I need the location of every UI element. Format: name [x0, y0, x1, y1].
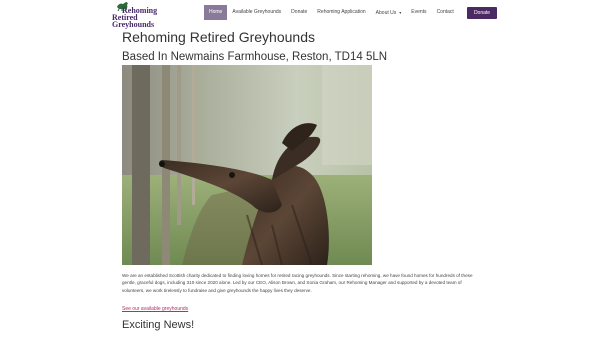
logo-line-2: Retired Greyhounds — [112, 13, 155, 29]
page-subtitle: Based In Newmains Farmhouse, Reston, TD1… — [122, 51, 388, 63]
site-logo[interactable]: Rehoming Retired Greyhounds — [112, 1, 172, 29]
greyhound-photo — [122, 65, 372, 265]
nav-available-greyhounds[interactable]: Available Greyhounds — [227, 5, 286, 20]
nav-events[interactable]: Events — [406, 5, 431, 20]
nav-contact[interactable]: Contact — [432, 5, 459, 20]
available-greyhounds-link[interactable]: See our available greyhounds — [122, 306, 188, 312]
intro-paragraph: We are an established Scottish charity d… — [122, 273, 473, 293]
chevron-down-icon: ▾ — [399, 10, 402, 15]
nav-about-us[interactable]: About Us ▾ — [371, 5, 407, 20]
page-title: Rehoming Retired Greyhounds — [122, 29, 315, 45]
nav-about-us-label: About Us — [375, 10, 397, 16]
main-nav: Home Available Greyhounds Donate Rehomin… — [204, 5, 459, 20]
nav-home[interactable]: Home — [204, 5, 228, 20]
donate-button[interactable]: Donate — [467, 7, 497, 19]
main-content: Rehoming Retired Greyhounds Based In New… — [122, 28, 478, 331]
nav-rehoming-application[interactable]: Rehoming Application — [312, 5, 370, 20]
site-header: Rehoming Retired Greyhounds Home Availab… — [0, 0, 600, 29]
nav-donate[interactable]: Donate — [286, 5, 312, 20]
news-heading: Exciting News! — [122, 319, 195, 331]
